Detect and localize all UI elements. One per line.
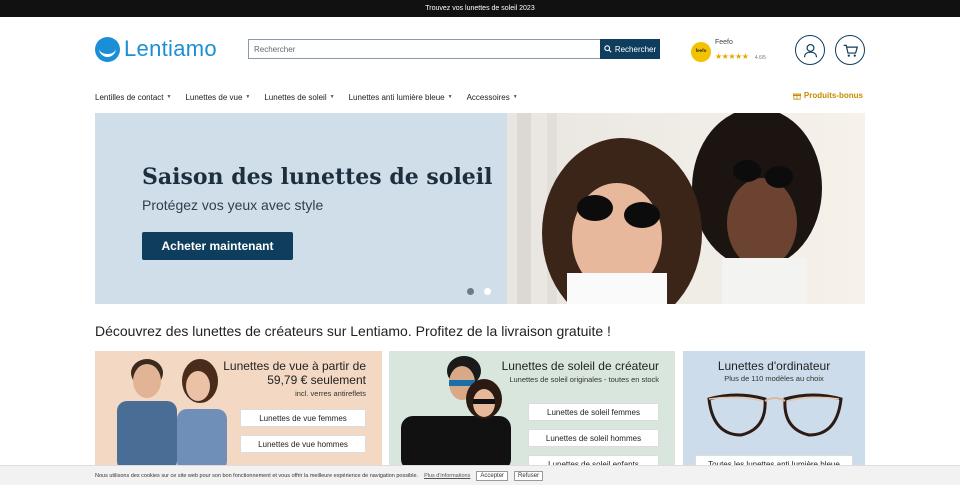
section-heading: Découvrez des lunettes de créateurs sur … — [95, 323, 611, 339]
nav-item-label: Lunettes anti lumière bleue — [348, 92, 445, 102]
carousel-dots — [467, 288, 491, 295]
cookie-refuse-button[interactable]: Refuser — [514, 470, 544, 481]
promo-bar: Trouvez vos lunettes de soleil 2023 — [0, 0, 960, 17]
card-subtitle: Lunettes de soleil originales - toutes e… — [509, 375, 659, 384]
cookie-text: Nous utilisons des cookies sur ce site w… — [95, 472, 419, 479]
chevron-down-icon: ▼ — [512, 94, 518, 100]
womens-sunglasses-button[interactable]: Lunettes de soleil femmes — [528, 403, 659, 421]
cookie-accept-button[interactable]: Accepter — [476, 470, 509, 481]
star-rating-icon: ★★★★★ — [715, 52, 749, 61]
feefo-stars-row: ★★★★★ 4.6/5 — [715, 46, 766, 64]
site-header: Lentiamo Rechercher feefo Feefo ★★★★★ 4.… — [95, 30, 865, 70]
bonus-label: Produits-bonus — [803, 91, 863, 100]
hero-subtitle: Protégez vos yeux avec style — [142, 197, 324, 213]
user-icon — [803, 43, 817, 57]
search-input[interactable] — [248, 39, 600, 59]
chevron-down-icon: ▼ — [447, 94, 453, 100]
carousel-dot-2[interactable] — [484, 288, 491, 295]
chevron-down-icon: ▼ — [166, 94, 172, 100]
carousel-dot-1[interactable] — [467, 288, 474, 295]
nav-item-blue-light-glasses[interactable]: Lunettes anti lumière bleue ▼ — [349, 93, 453, 102]
logo-smile-icon — [95, 36, 120, 62]
card-title: Lunettes de soleil de créateur — [501, 359, 659, 373]
feefo-rating[interactable]: feefo Feefo ★★★★★ 4.6/5 — [691, 39, 766, 64]
hero-photo — [507, 113, 865, 304]
glasses-photo — [707, 393, 843, 437]
promo-text: Trouvez vos lunettes de soleil 2023 — [425, 5, 535, 12]
feefo-score: 4.6/5 — [754, 55, 766, 61]
cart-button[interactable] — [835, 35, 865, 65]
card-subtitle: incl. verres antireflets — [295, 389, 366, 398]
logo-text: Lentiamo — [124, 36, 217, 61]
card-title: Lunettes de vue à partir de 59,79 € seul… — [223, 359, 366, 388]
card-title: Lunettes d'ordinateur — [717, 359, 831, 373]
mens-sunglasses-button[interactable]: Lunettes de soleil hommes — [528, 429, 659, 447]
main-nav: Lentilles de contact ▼ Lunettes de vue ▼ L… — [95, 91, 865, 103]
logo[interactable]: Lentiamo — [95, 36, 217, 62]
promo-card-eyeglasses: Lunettes de vue à partir de 59,79 € seul… — [95, 351, 382, 471]
womens-eyeglasses-button[interactable]: Lunettes de vue femmes — [240, 409, 366, 427]
nav-item-label: Lentilles de contact — [95, 92, 164, 102]
chevron-down-icon: ▼ — [245, 94, 251, 100]
feefo-badge: feefo — [691, 41, 711, 62]
bonus-products-link[interactable]: Produits-bonus — [792, 91, 863, 100]
card-photo — [117, 359, 227, 471]
cookie-banner: Nous utilisons des cookies sur ce site w… — [0, 465, 960, 485]
nav-item-label: Accessoires — [466, 92, 510, 102]
shop-now-button[interactable]: Acheter maintenant — [142, 232, 293, 260]
card-subtitle: Plus de 110 modèles au choix — [724, 374, 824, 383]
search-bar: Rechercher — [248, 39, 660, 59]
cookie-more-info-link[interactable]: Plus d'informations — [424, 473, 470, 479]
hero-banner: Saison des lunettes de soleil Protégez v… — [95, 113, 865, 304]
nav-item-label: Lunettes de vue — [185, 92, 243, 102]
hero-title: Saison des lunettes de soleil — [142, 164, 493, 190]
nav-item-sunglasses[interactable]: Lunettes de soleil ▼ — [264, 93, 334, 102]
account-button[interactable] — [795, 35, 825, 65]
promo-card-computer-glasses: Lunettes d'ordinateur Plus de 110 modèle… — [683, 351, 865, 471]
chevron-down-icon: ▼ — [329, 94, 335, 100]
mens-eyeglasses-button[interactable]: Lunettes de vue hommes — [240, 435, 366, 453]
search-button[interactable]: Rechercher — [600, 39, 660, 59]
promo-card-sunglasses: Lunettes de soleil de créateur Lunettes … — [389, 351, 675, 471]
feefo-name: Feefo — [715, 39, 733, 46]
feefo-info: Feefo ★★★★★ 4.6/5 — [715, 39, 766, 64]
cart-icon — [843, 44, 858, 57]
search-icon — [604, 45, 612, 53]
gift-icon — [792, 93, 801, 100]
search-button-label: Rechercher — [614, 44, 657, 54]
nav-item-eyeglasses[interactable]: Lunettes de vue ▼ — [185, 93, 250, 102]
nav-item-accessories[interactable]: Accessoires ▼ — [467, 93, 518, 102]
nav-item-contact-lenses[interactable]: Lentilles de contact ▼ — [95, 93, 171, 102]
nav-item-label: Lunettes de soleil — [264, 92, 327, 102]
